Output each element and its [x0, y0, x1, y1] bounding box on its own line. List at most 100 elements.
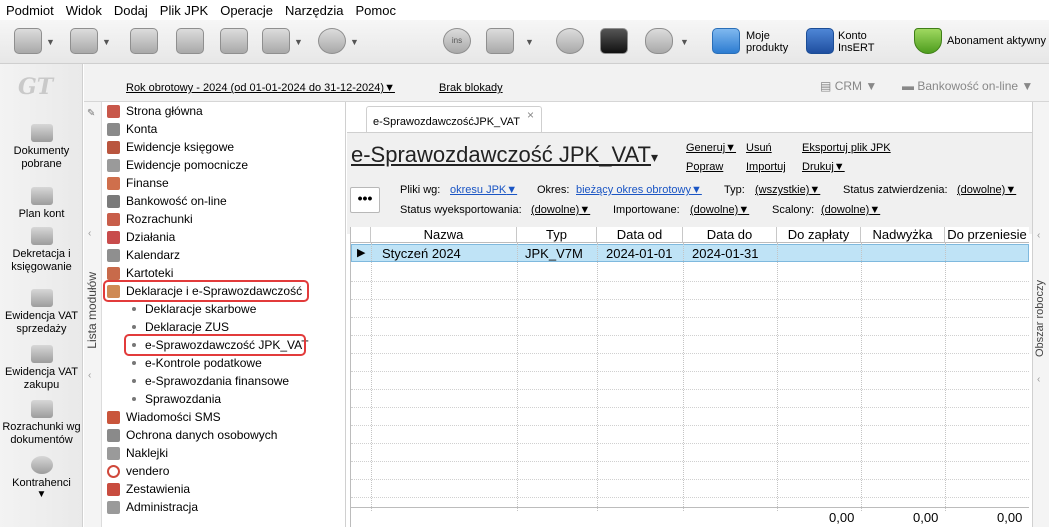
- module-sms[interactable]: Wiadomości SMS: [107, 408, 221, 426]
- moje-produkty-label[interactable]: Moje produkty: [746, 30, 796, 54]
- bankowosc-button[interactable]: ▬ Bankowość on-line ▼: [902, 79, 1033, 93]
- nav-kontrahenci[interactable]: Kontrahenci: [0, 456, 83, 490]
- forward-icon[interactable]: [70, 28, 98, 54]
- okres-select[interactable]: bieżący okres obrotowy▼: [576, 184, 702, 196]
- module-vendero[interactable]: vendero: [107, 462, 169, 480]
- importowane-select[interactable]: (dowolne)▼: [690, 204, 749, 216]
- drukuj-menu[interactable]: Drukuj▼: [802, 161, 845, 173]
- nav-rozrachunki[interactable]: Rozrachunki wg dokumentów: [0, 400, 83, 447]
- module-ewidencje-ksiegowe[interactable]: Ewidencje księgowe: [107, 138, 234, 156]
- menu-narzedzia[interactable]: Narzędzia: [285, 3, 344, 18]
- importuj-link[interactable]: Importuj: [746, 161, 786, 173]
- tab-jpk-vat[interactable]: e-SprawozdawczośćJPK_VAT: [366, 106, 542, 132]
- eraser-icon[interactable]: [176, 28, 204, 54]
- col-header-data-do[interactable]: Data do: [683, 227, 777, 243]
- scalony-select[interactable]: (dowolne)▼: [821, 204, 880, 216]
- konto-insert-label[interactable]: Konto InsERT: [838, 30, 888, 54]
- submodule-sprawozdania[interactable]: Sprawozdania: [132, 390, 221, 408]
- typ-select[interactable]: (wszystkie)▼: [755, 184, 820, 196]
- module-bankowosc[interactable]: Bankowość on-line: [107, 192, 227, 210]
- pin-icon[interactable]: ✎: [87, 108, 95, 119]
- module-zestawienia[interactable]: Zestawienia: [107, 480, 190, 498]
- total-do-przeniesienia: 0,00: [997, 510, 1023, 525]
- menu-pomoc[interactable]: Pomoc: [355, 3, 395, 18]
- cell-data-od: 2024-01-01: [606, 246, 673, 261]
- col-header-nazwa[interactable]: Nazwa: [371, 227, 517, 243]
- module-dzialania[interactable]: Działania: [107, 228, 175, 246]
- col-header-do-przeniesienia[interactable]: Do przeniesie: [945, 227, 1029, 243]
- submodule-e-kontrole[interactable]: e-Kontrole podatkowe: [132, 354, 262, 372]
- cell-data-do: 2024-01-31: [692, 246, 759, 261]
- tools-icon[interactable]: [220, 28, 248, 54]
- chevron-down-icon[interactable]: ▼: [294, 37, 303, 47]
- table-row[interactable]: ▶ Styczeń 2024 JPK_V7M 2024-01-01 2024-0…: [351, 244, 1029, 262]
- money-icon: [107, 176, 120, 190]
- status-eksportu-select[interactable]: (dowolne)▼: [531, 204, 590, 216]
- stamp-icon[interactable]: [130, 28, 158, 54]
- menu-podmiot[interactable]: Podmiot: [6, 3, 54, 18]
- menu-plik-jpk[interactable]: Plik JPK: [160, 3, 208, 18]
- col-header-nadwyzka[interactable]: Nadwyżka: [861, 227, 945, 243]
- module-administracja[interactable]: Administracja: [107, 498, 198, 516]
- col-header-typ[interactable]: Typ: [517, 227, 597, 243]
- module-rozrachunki[interactable]: Rozrachunki: [107, 210, 193, 228]
- module-finanse[interactable]: Finanse: [107, 174, 169, 192]
- abonament-label[interactable]: Abonament aktywny: [947, 35, 1046, 47]
- generuj-menu[interactable]: Generuj▼: [686, 142, 736, 154]
- chevron-down-icon[interactable]: ▼: [102, 37, 111, 47]
- chevron-down-icon[interactable]: ▼: [46, 37, 55, 47]
- report-icon: [107, 482, 120, 496]
- status-zatwierdzenia-label: Status zatwierdzenia:: [843, 184, 948, 196]
- status-zatwierdzenia-select[interactable]: (dowolne)▼: [957, 184, 1016, 196]
- documents-icon[interactable]: [486, 28, 514, 54]
- cube-icon[interactable]: [600, 28, 628, 54]
- nav-dokumenty-pobrane[interactable]: Dokumenty pobrane: [0, 124, 83, 171]
- shield-icon[interactable]: [914, 28, 942, 54]
- eksportuj-link[interactable]: Eksportuj plik JPK: [802, 142, 891, 154]
- nav-ewidencja-vat-sprzedazy[interactable]: Ewidencja VAT sprzedaży: [0, 289, 83, 336]
- module-naklejki[interactable]: Naklejki: [107, 444, 168, 462]
- expand-right-icon[interactable]: ‹: [1037, 230, 1040, 241]
- collapse-left-icon[interactable]: ‹: [88, 228, 91, 239]
- calendar-icon: [107, 248, 120, 262]
- menu-dodaj[interactable]: Dodaj: [114, 3, 148, 18]
- collapse-left-icon[interactable]: ‹: [88, 370, 91, 381]
- pliki-wg-select[interactable]: okresu JPK▼: [450, 184, 517, 196]
- module-strona-glowna[interactable]: Strona główna: [107, 102, 203, 120]
- popraw-link[interactable]: Popraw: [686, 161, 723, 173]
- more-options-button[interactable]: •••: [350, 187, 380, 213]
- module-ochrona-danych[interactable]: Ochrona danych osobowych: [107, 426, 277, 444]
- crm-button[interactable]: ▤ CRM ▼: [820, 79, 877, 93]
- chevron-down-icon[interactable]: ▼: [350, 37, 359, 47]
- module-ewidencje-pomocnicze[interactable]: Ewidencje pomocnicze: [107, 156, 248, 174]
- module-konta[interactable]: Konta: [107, 120, 157, 138]
- nav-plan-kont[interactable]: Plan kont: [0, 187, 83, 221]
- col-header-do-zaplaty[interactable]: Do zapłaty: [777, 227, 861, 243]
- printer-icon[interactable]: [262, 28, 290, 54]
- expand-right-icon[interactable]: ‹: [1037, 374, 1040, 385]
- module-kalendarz[interactable]: Kalendarz: [107, 246, 180, 264]
- cloud-icon[interactable]: [645, 28, 673, 54]
- rok-obrotowy-selector[interactable]: Rok obrotowy - 2024 (od 01-01-2024 do 31…: [126, 82, 395, 94]
- blokada-link[interactable]: Brak blokady: [439, 82, 503, 94]
- close-icon[interactable]: ×: [527, 108, 534, 122]
- page-title[interactable]: e-Sprawozdawczość JPK_VAT▾: [351, 142, 658, 168]
- menu-widok[interactable]: Widok: [66, 3, 102, 18]
- col-header-data-od[interactable]: Data od: [597, 227, 683, 243]
- chevron-down-icon[interactable]: ▼: [525, 37, 534, 47]
- products-icon[interactable]: [712, 28, 740, 54]
- help-icon[interactable]: [318, 28, 346, 54]
- globe-icon[interactable]: [556, 28, 584, 54]
- ins-icon[interactable]: ins: [443, 28, 471, 54]
- nav-scroll-down-icon[interactable]: ▼: [0, 488, 83, 501]
- menu-bar: Podmiot Widok Dodaj Plik JPK Operacje Na…: [0, 0, 1049, 20]
- nav-ewidencja-vat-zakupu[interactable]: Ewidencja VAT zakupu: [0, 345, 83, 392]
- menu-operacje[interactable]: Operacje: [220, 3, 273, 18]
- submodule-deklaracje-skarbowe[interactable]: Deklaracje skarbowe: [132, 300, 256, 318]
- usun-link[interactable]: Usuń: [746, 142, 772, 154]
- submodule-e-sprawozdania[interactable]: e-Sprawozdania finansowe: [132, 372, 289, 390]
- nav-dekretacja[interactable]: Dekretacja i księgowanie: [0, 227, 83, 274]
- user-icon[interactable]: [806, 28, 834, 54]
- chevron-down-icon[interactable]: ▼: [680, 37, 689, 47]
- back-icon[interactable]: [14, 28, 42, 54]
